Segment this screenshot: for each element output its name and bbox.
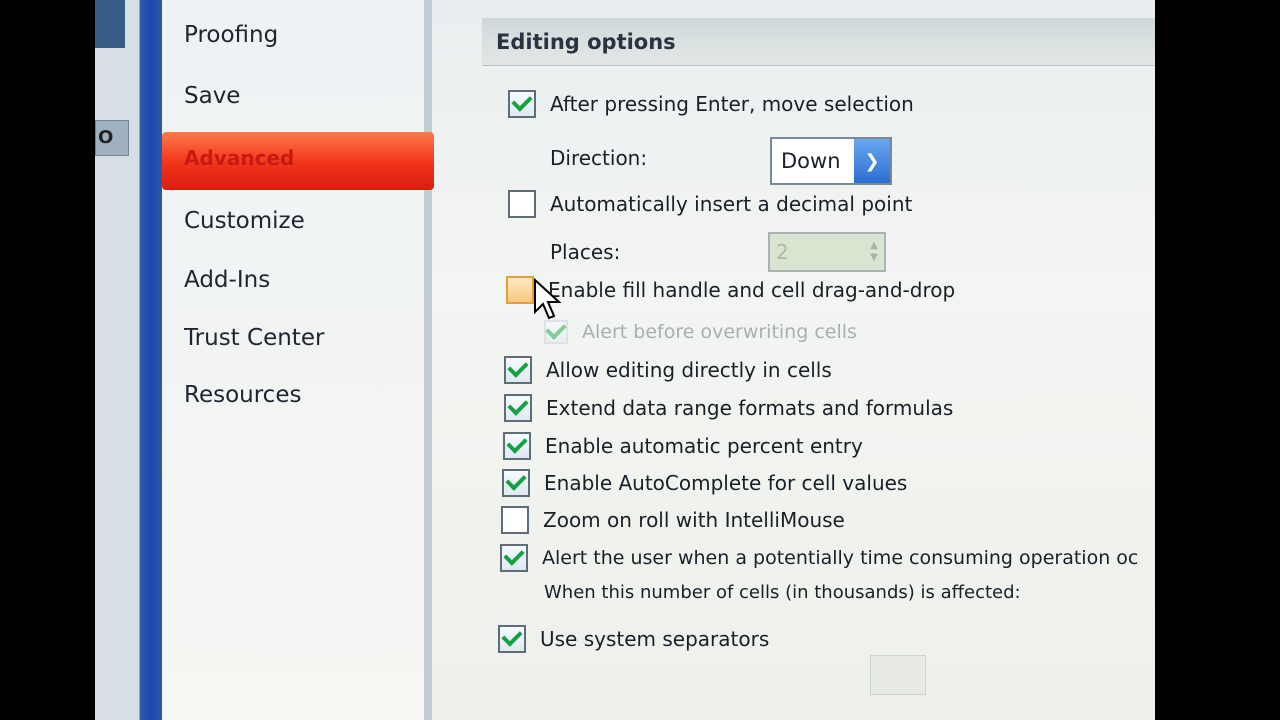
decimal-separator-input[interactable]: [870, 655, 926, 695]
advanced-options-panel: Editing options After pressing Enter, mo…: [450, 0, 1155, 720]
alert-overwrite-label: Alert before overwriting cells: [582, 321, 857, 343]
options-navigation: Proofing Save Advanced Customize Add-Ins…: [162, 0, 434, 720]
extend-formats-label: Extend data range formats and formulas: [546, 396, 954, 420]
option-autocomplete[interactable]: Enable AutoComplete for cell values: [502, 469, 907, 497]
edit-in-cells-label: Allow editing directly in cells: [546, 358, 832, 382]
background-window-button[interactable]: O: [95, 120, 129, 156]
fill-handle-checkbox[interactable]: [506, 276, 534, 304]
screen-edge: [1155, 0, 1280, 720]
nav-item-resources[interactable]: Resources: [184, 382, 301, 408]
places-label: Places:: [550, 240, 621, 264]
window-border: [140, 0, 162, 720]
alert-overwrite-checkbox: [544, 320, 568, 344]
option-edit-in-cells[interactable]: Allow editing directly in cells: [504, 356, 832, 384]
alert-time-checkbox[interactable]: [500, 544, 528, 572]
option-fill-handle[interactable]: Enable fill handle and cell drag-and-dro…: [506, 276, 955, 304]
mouse-pointer-icon: [534, 278, 562, 320]
autocomplete-checkbox[interactable]: [502, 469, 530, 497]
system-separators-label: Use system separators: [540, 627, 770, 651]
section-title: Editing options: [496, 30, 676, 54]
option-percent-entry[interactable]: Enable automatic percent entry: [503, 432, 863, 460]
nav-item-advanced[interactable]: Advanced: [162, 132, 434, 190]
nav-item-proofing[interactable]: Proofing: [184, 22, 278, 48]
background-window-titlebar: [95, 0, 125, 48]
option-alert-overwrite: Alert before overwriting cells: [544, 320, 857, 344]
option-after-enter[interactable]: After pressing Enter, move selection: [508, 90, 914, 118]
option-system-separators[interactable]: Use system separators: [498, 625, 769, 653]
nav-item-save[interactable]: Save: [184, 83, 240, 109]
system-separators-checkbox[interactable]: [498, 625, 526, 653]
auto-decimal-checkbox[interactable]: [508, 190, 536, 218]
percent-entry-checkbox[interactable]: [503, 432, 531, 460]
places-spinner[interactable]: 2 ▲ ▼: [768, 232, 886, 272]
zoom-roll-label: Zoom on roll with IntelliMouse: [543, 508, 845, 532]
option-auto-decimal[interactable]: Automatically insert a decimal point: [508, 190, 912, 218]
after-enter-label: After pressing Enter, move selection: [550, 92, 914, 116]
autocomplete-label: Enable AutoComplete for cell values: [544, 471, 908, 495]
nav-item-customize[interactable]: Customize: [184, 208, 305, 234]
spinner-arrows-icon[interactable]: ▲ ▼: [864, 240, 884, 264]
option-alert-time[interactable]: Alert the user when a potentially time c…: [500, 544, 1138, 572]
nav-item-add-ins[interactable]: Add-Ins: [184, 267, 270, 293]
nav-item-trust-center[interactable]: Trust Center: [184, 325, 324, 351]
option-extend-formats[interactable]: Extend data range formats and formulas: [504, 394, 953, 422]
background-window: O: [95, 0, 140, 720]
direction-value: Down: [781, 149, 841, 173]
cells-affected-label: When this number of cells (in thousands)…: [544, 582, 1021, 603]
extend-formats-checkbox[interactable]: [504, 394, 532, 422]
fill-handle-label: Enable fill handle and cell drag-and-dro…: [548, 278, 956, 302]
zoom-roll-checkbox[interactable]: [501, 506, 529, 534]
excel-options-dialog: O Proofing Save Advanced Customize Add-I…: [95, 0, 1155, 720]
percent-entry-label: Enable automatic percent entry: [545, 434, 863, 458]
background-window-glyph: O: [98, 127, 114, 148]
after-enter-checkbox[interactable]: [508, 90, 536, 118]
places-value: 2: [776, 240, 789, 264]
chevron-down-icon[interactable]: ❯: [854, 139, 890, 183]
direction-label: Direction:: [550, 146, 648, 170]
option-zoom-roll[interactable]: Zoom on roll with IntelliMouse: [501, 506, 845, 534]
section-header: Editing options: [482, 18, 1155, 66]
auto-decimal-label: Automatically insert a decimal point: [550, 192, 913, 216]
alert-time-label: Alert the user when a potentially time c…: [542, 547, 1139, 569]
direction-select[interactable]: Down ❯: [770, 137, 892, 185]
edit-in-cells-checkbox[interactable]: [504, 356, 532, 384]
